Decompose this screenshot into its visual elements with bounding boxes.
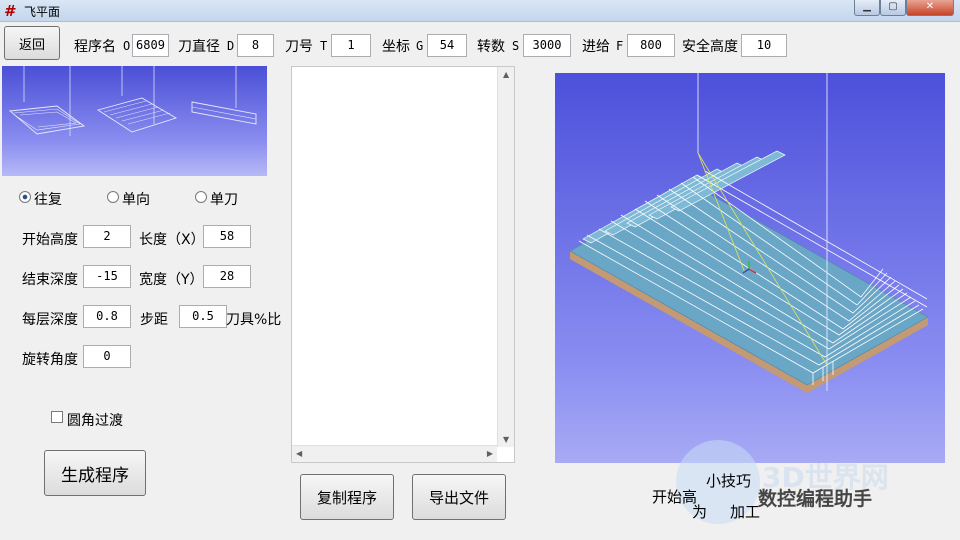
tool-number-prefix: T — [320, 39, 328, 53]
start-height-label: 开始高度 — [22, 232, 78, 248]
mode-zigzag-radio[interactable] — [19, 191, 31, 203]
mode-zigzag-label: 往复 — [34, 192, 62, 208]
program-name-prefix: O — [123, 39, 131, 53]
minimize-button[interactable]: ▁ — [854, 0, 880, 16]
feed-rate-prefix: F — [616, 39, 624, 53]
layer-depth-input[interactable]: 0.8 — [83, 305, 131, 328]
safe-height-input[interactable]: 10 — [741, 34, 787, 57]
length-x-label: 长度（X） — [139, 232, 205, 248]
tool-number-input[interactable]: 1 — [331, 34, 371, 57]
scroll-left-arrow-icon[interactable]: ◀ — [296, 449, 302, 458]
end-depth-label: 结束深度 — [22, 272, 78, 288]
code-output-textarea[interactable]: ▲ ▼ ◀ ▶ — [291, 66, 515, 463]
tip-line-2: 为 — [692, 503, 708, 521]
watermark-text: 数控编程助手 — [758, 488, 873, 510]
coordinate-input[interactable]: 54 — [427, 34, 467, 57]
app-icon: # — [4, 2, 15, 20]
toolpath-preview[interactable] — [555, 73, 945, 463]
coordinate-label: 坐标 — [382, 39, 410, 55]
round-corner-label: 圆角过渡 — [67, 413, 123, 429]
tool-diameter-label: 刀直径 — [178, 39, 220, 55]
width-y-input[interactable]: 28 — [203, 265, 251, 288]
zigzag-thumbnail[interactable] — [2, 66, 90, 176]
program-name-input[interactable]: 6809 — [132, 34, 169, 57]
tool-diameter-prefix: D — [227, 39, 235, 53]
mode-single-pass-radio[interactable] — [195, 191, 207, 203]
rotation-angle-input[interactable]: 0 — [83, 345, 131, 368]
step-input[interactable]: 0.5 — [179, 305, 227, 328]
generate-program-button[interactable]: 生成程序 — [44, 450, 146, 496]
tip-title: 小技巧 — [706, 472, 752, 490]
strategy-thumbnails — [2, 66, 267, 176]
length-x-input[interactable]: 58 — [203, 225, 251, 248]
export-file-button[interactable]: 导出文件 — [412, 474, 506, 520]
tip-line-3: 加工 — [730, 503, 761, 521]
spindle-speed-input[interactable]: 3000 — [523, 34, 571, 57]
single-pass-thumbnail[interactable] — [180, 66, 268, 176]
mode-one-way-label: 单向 — [122, 192, 150, 208]
window-title: 飞平面 — [24, 5, 61, 19]
feed-rate-label: 进给 — [582, 39, 610, 55]
layer-depth-label: 每层深度 — [22, 312, 78, 328]
tip-line-1: 开始高 — [652, 488, 698, 506]
rotation-angle-label: 旋转角度 — [22, 352, 78, 368]
start-height-input[interactable]: 2 — [83, 225, 131, 248]
scroll-up-arrow-icon[interactable]: ▲ — [503, 70, 509, 79]
feed-rate-input[interactable]: 800 — [627, 34, 675, 57]
close-button[interactable]: ✕ — [906, 0, 954, 16]
width-y-label: 宽度（Y） — [139, 272, 204, 288]
back-button[interactable]: 返回 — [4, 26, 60, 60]
title-bar — [0, 0, 960, 22]
spindle-speed-prefix: S — [512, 39, 520, 53]
step-unit-label: 刀具%比 — [226, 312, 282, 328]
scroll-down-arrow-icon[interactable]: ▼ — [503, 435, 509, 444]
mode-one-way-radio[interactable] — [107, 191, 119, 203]
horizontal-scrollbar[interactable]: ◀ ▶ — [292, 445, 497, 462]
tool-number-label: 刀号 — [285, 39, 313, 55]
coordinate-prefix: G — [416, 39, 424, 53]
tool-diameter-input[interactable]: 8 — [237, 34, 274, 57]
end-depth-input[interactable]: -15 — [83, 265, 131, 288]
safe-height-label: 安全高度 — [682, 39, 738, 55]
step-label: 步距 — [140, 312, 168, 328]
mode-single-pass-label: 单刀 — [210, 192, 238, 208]
program-name-label: 程序名 — [74, 39, 116, 55]
copy-program-button[interactable]: 复制程序 — [300, 474, 394, 520]
maximize-button[interactable]: ▢ — [880, 0, 906, 16]
one-way-thumbnail[interactable] — [92, 66, 180, 176]
vertical-scrollbar[interactable]: ▲ ▼ — [497, 67, 514, 447]
spindle-speed-label: 转数 — [477, 39, 505, 55]
scroll-right-arrow-icon[interactable]: ▶ — [487, 449, 493, 458]
round-corner-checkbox[interactable] — [51, 411, 63, 423]
